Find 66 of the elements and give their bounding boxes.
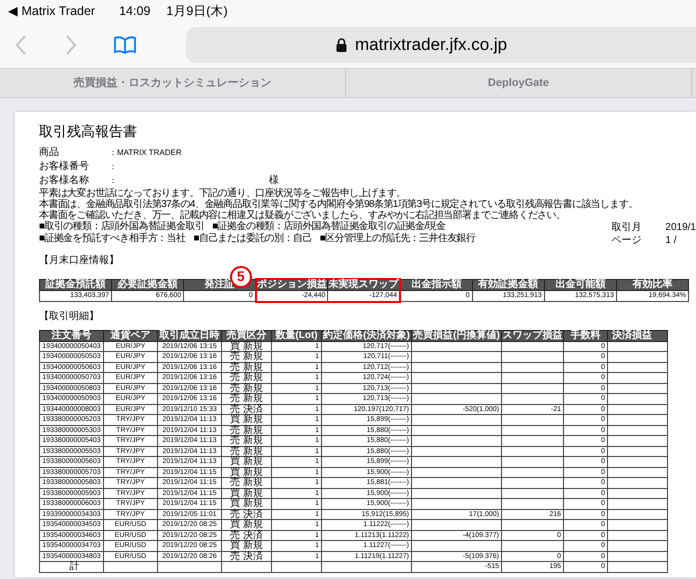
info-text: ■取引の種類：店頭外国為替証拠金取引 (39, 221, 204, 232)
column-header: 約定価格(決済対象) (322, 330, 412, 341)
honorific-text: 様 (269, 174, 279, 187)
section-heading: 【月末口座情報】 (39, 255, 119, 267)
column-header: スワップ損益 (502, 330, 564, 341)
notice-text: 本書面は、金融商品取引法第37条の4、金融商品取引業等に関する内閣府令第98条第1項第3号に規定されている取引残高報告書に該当します。 (39, 199, 639, 210)
status-date: 1月9日(木) (166, 2, 228, 20)
address-bar[interactable]: matrixtrader.jfx.co.jp (186, 27, 696, 63)
column-header: 必要証拠金額 (112, 279, 184, 290)
info-text: ■証拠金を預託すべき相手方：当社 (39, 233, 186, 245)
meta-label: 取引月 (611, 221, 642, 234)
info-text: ■自己または委託の別：自己 (193, 233, 312, 245)
column-header: 取引成立日時 (158, 330, 222, 341)
field-value: ： (109, 175, 118, 187)
column-header: ポジション損益 (256, 279, 328, 290)
table-cell: 売 新規 (222, 436, 272, 446)
column-header: 注文番号 (40, 330, 104, 341)
table-cell: 売 新規 (222, 362, 272, 372)
field-label: 商品 (39, 146, 60, 159)
table-cell: 買 新規 (222, 488, 272, 498)
meta-value: 2019/1 (665, 221, 696, 234)
column-header: 出金指示額 (400, 279, 472, 290)
table-cell: 売 決済 (222, 551, 272, 562)
table-cell: 売 決済 (222, 530, 272, 540)
table-cell: 売 新規 (222, 383, 272, 394)
field-label: お客様番号 (39, 160, 90, 173)
column-header: 証拠金預託額 (40, 279, 112, 290)
column-header: 売買損益(円換算値) (412, 330, 502, 341)
table-cell: 売 決済 (222, 404, 272, 414)
column-header: 数量(Lot) (272, 330, 322, 341)
table-cell: 売 新規 (222, 425, 272, 436)
column-header: 手数料 (564, 330, 608, 341)
table-cell: 買 新規 (222, 456, 272, 467)
table-cell: 売 新規 (222, 372, 272, 383)
info-text: ■証拠金の種類：店頭外国為替証拠金取引の証拠金/現金 (212, 221, 446, 232)
column-header: 未実現スワップ (328, 279, 400, 290)
meta-value: 1 / (665, 234, 677, 247)
field-label: お客様名称 (39, 174, 90, 187)
back-to-app-link[interactable]: ◀ Matrix Trader (8, 2, 96, 20)
column-header: 有効比率 (616, 279, 688, 290)
status-time: 14:09 (119, 2, 150, 20)
notice-text: 本書面をご確認いただき、万一、記載内容に相違又は疑義がございましたら、すみやかに右記担当部署までご連絡ください。 (39, 210, 566, 221)
field-value: ： (109, 161, 118, 173)
table-cell: 売 決済 (222, 509, 272, 520)
info-text: ■区分管理上の預託先：三井住友銀行 (320, 233, 476, 245)
field-value: ：MATRIX TRADER (109, 147, 183, 159)
meta-label: ページ (611, 234, 642, 247)
document-title: 取引残高報告書 (39, 122, 138, 140)
table-cell: 計 (40, 562, 104, 572)
column-header: 売買区分 (222, 330, 272, 341)
table-cell: 買 新規 (222, 498, 272, 509)
table-cell: 売 新規 (222, 446, 272, 456)
table-cell: 買 新規 (222, 520, 272, 530)
table-cell: 買 新規 (222, 341, 272, 352)
table-cell: 売 新規 (222, 394, 272, 404)
table-cell: 買 新規 (222, 414, 272, 425)
notice-text: 平素は大変お世話になっております。下記の通り、口座状況等をご報告申し上げます。 (39, 188, 407, 199)
table-cell: 買 新規 (222, 467, 272, 478)
column-header: 有効証拠金額 (472, 279, 544, 290)
table-cell: 買 新規 (222, 540, 272, 551)
section-heading: 【取引明細】 (39, 310, 99, 322)
table-cell: 売 新規 (222, 352, 272, 362)
book-icon[interactable] (114, 36, 136, 54)
table-cell: 売 新規 (222, 478, 272, 488)
column-header: 出金可能額 (544, 279, 616, 290)
column-header: 決済損益 (608, 330, 668, 341)
